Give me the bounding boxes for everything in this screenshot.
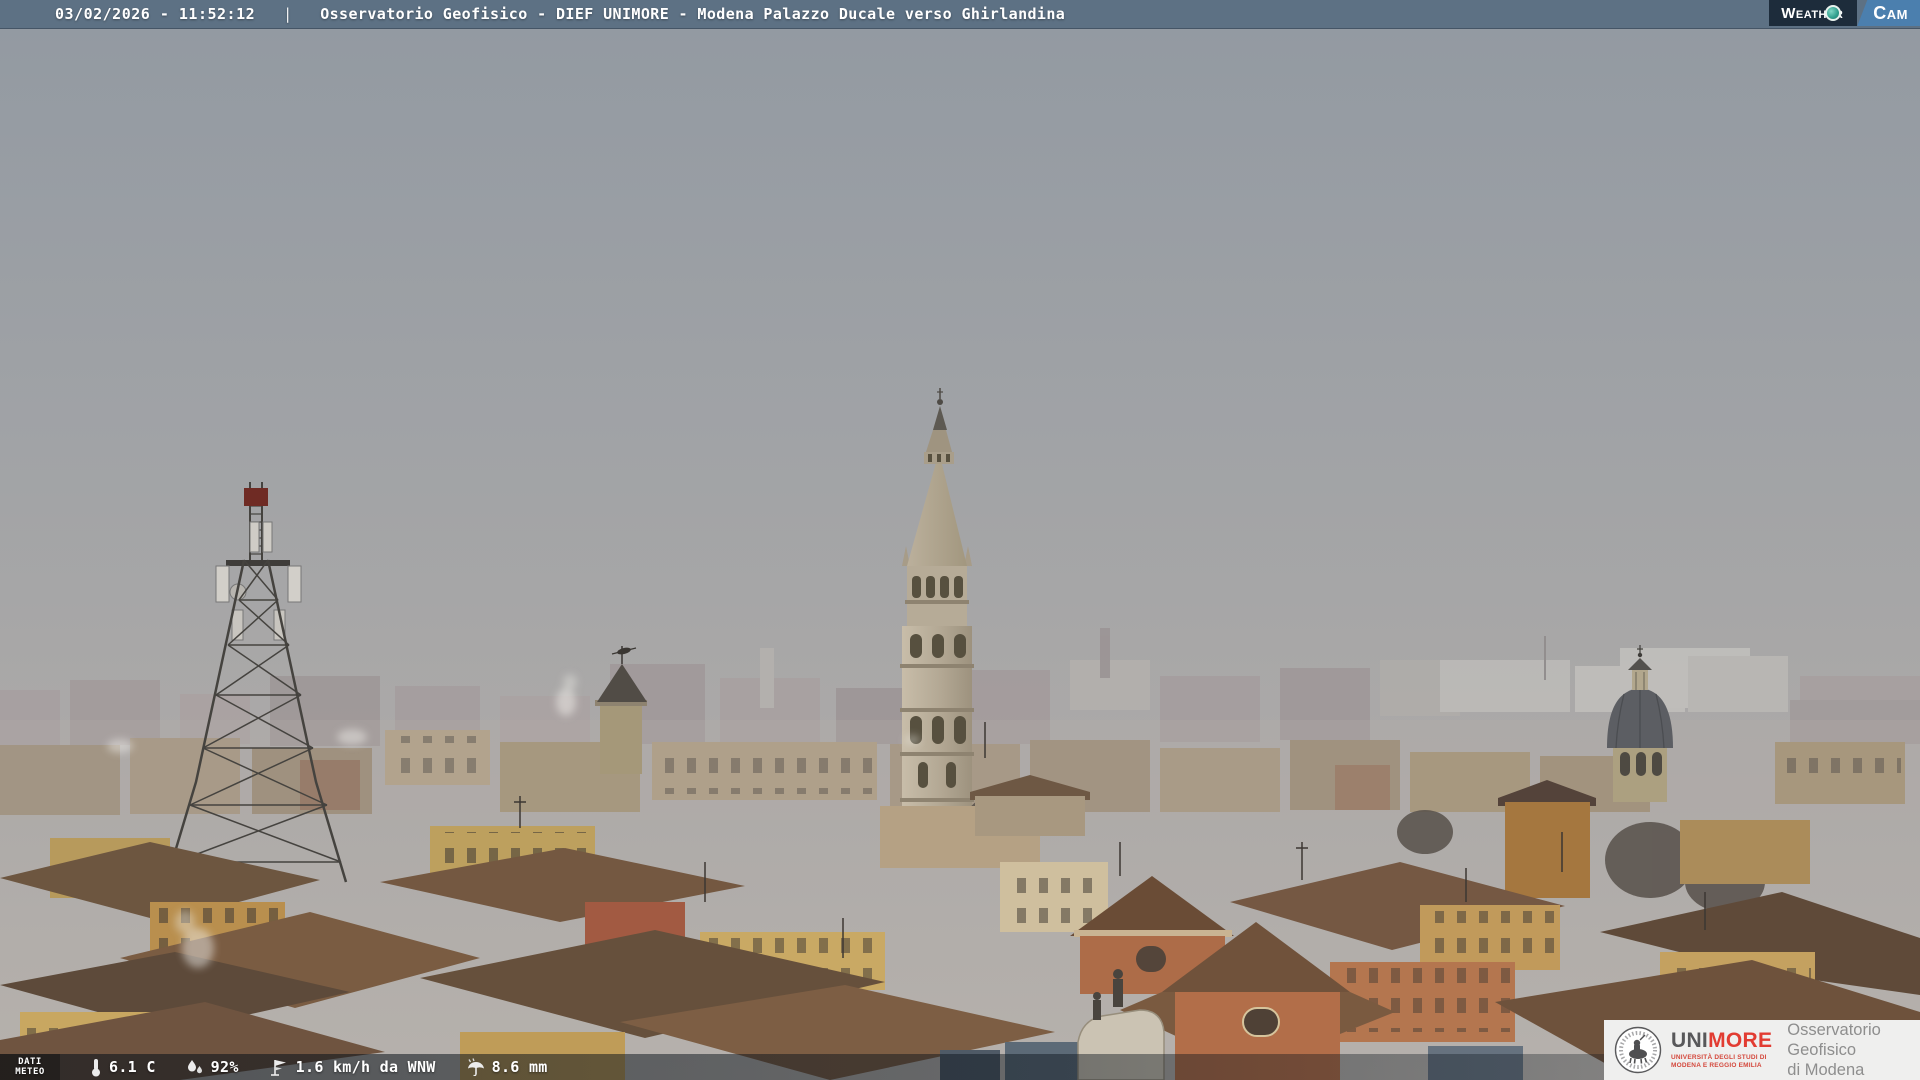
dati-meteo-label: DATI METEO <box>0 1054 60 1080</box>
temperature-reading: 6.1 C <box>90 1058 156 1077</box>
camera-title: Osservatorio Geofisico - DIEF UNIMORE - … <box>320 5 1065 23</box>
webcam-view: 03/02/2026 - 11:52:12 | Osservatorio Geo… <box>0 0 1920 1080</box>
raindrops-icon <box>186 1058 204 1076</box>
header-bar: 03/02/2026 - 11:52:12 | Osservatorio Geo… <box>0 0 1920 29</box>
umbrella-icon <box>466 1058 485 1076</box>
precipitation-reading: 8.6 mm <box>466 1058 548 1076</box>
unimore-brand-box: UNIMORE UNIVERSITÀ DEGLI STUDI DI MODENA… <box>1604 1020 1920 1080</box>
university-line2: MODENA E REGGIO EMILIA <box>1671 1062 1772 1070</box>
webcam-photo <box>0 28 1920 1080</box>
wind-flag-icon <box>269 1058 289 1076</box>
weathercam-weather-label: Weather <box>1769 0 1857 26</box>
unimore-more: MORE <box>1708 1029 1772 1052</box>
weather-readings: 6.1 C 92% 1.6 km/h da WNW <box>90 1058 548 1077</box>
unimore-seal-icon <box>1614 1026 1662 1074</box>
humidity-value: 92% <box>211 1058 239 1076</box>
weathercam-cam-label: Cam <box>1857 0 1920 26</box>
wind-reading: 1.6 km/h da WNW <box>269 1058 436 1076</box>
separator: | <box>283 5 292 23</box>
unimore-uni: UNI <box>1671 1029 1708 1052</box>
unimore-wordmark: UNIMORE UNIVERSITÀ DEGLI STUDI DI MODENA… <box>1671 1030 1772 1070</box>
university-line1: UNIVERSITÀ DEGLI STUDI DI <box>1671 1054 1772 1062</box>
precipitation-value: 8.6 mm <box>492 1058 548 1076</box>
wind-value: 1.6 km/h da WNW <box>296 1058 436 1076</box>
thermometer-icon <box>90 1058 102 1077</box>
observatory-name: Osservatorio Geofisico di Modena <box>1787 1020 1920 1080</box>
timestamp: 03/02/2026 - 11:52:12 <box>55 5 255 23</box>
humidity-reading: 92% <box>186 1058 239 1076</box>
weathercam-logo: Weather Cam <box>1769 0 1920 26</box>
temperature-value: 6.1 C <box>109 1058 156 1076</box>
